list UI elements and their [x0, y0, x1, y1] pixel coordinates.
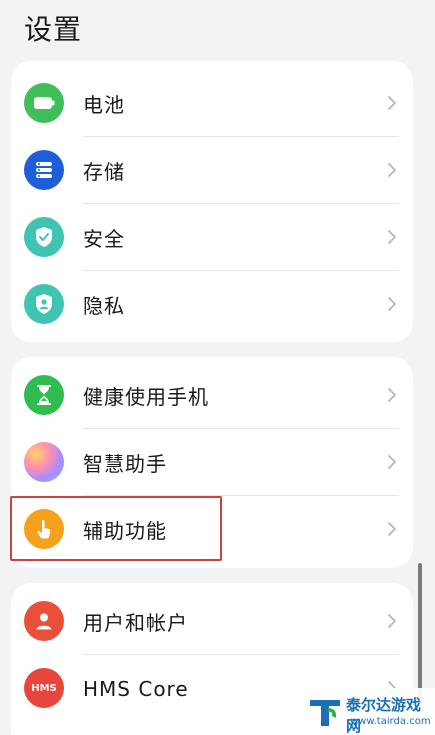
settings-group-device: 电池 存储 安全 隐私 [11, 61, 413, 342]
scrollbar[interactable] [418, 563, 422, 698]
chevron-right-icon [388, 230, 396, 244]
settings-item-label: 智慧助手 [83, 452, 167, 476]
privacy-icon [24, 284, 64, 324]
hourglass-icon [24, 375, 64, 415]
settings-item-battery[interactable]: 电池 [11, 70, 413, 137]
highlight-annotation-box [10, 496, 222, 561]
user-account-icon [24, 601, 64, 641]
page-title: 设置 [24, 13, 83, 46]
chevron-right-icon [388, 297, 396, 311]
chevron-right-icon [388, 96, 396, 110]
settings-item-label: HMS Core [83, 676, 189, 701]
settings-item-privacy[interactable]: 隐私 [11, 271, 413, 338]
chevron-right-icon [388, 163, 396, 177]
watermark: 泰尔达游戏网 www.tairda.com [298, 688, 435, 735]
settings-item-storage[interactable]: 存储 [11, 137, 413, 204]
settings-item-security[interactable]: 安全 [11, 204, 413, 271]
settings-item-label: 隐私 [83, 294, 125, 318]
security-shield-icon [24, 217, 64, 257]
battery-icon [24, 83, 64, 123]
watermark-name: 泰尔达游戏网 [346, 696, 422, 735]
hms-core-icon: HMS [24, 668, 64, 708]
watermark-url: www.tairda.com [350, 716, 431, 727]
watermark-logo-icon [310, 700, 340, 726]
settings-item-label: 健康使用手机 [83, 385, 209, 409]
settings-item-label: 存储 [83, 160, 125, 184]
assistant-orb-icon [24, 442, 64, 482]
chevron-right-icon [388, 388, 396, 402]
chevron-right-icon [388, 455, 396, 469]
chevron-right-icon [388, 614, 396, 628]
settings-item-users-accounts[interactable]: 用户和帐户 [11, 588, 413, 655]
storage-icon [24, 150, 64, 190]
hms-badge-text: HMS [31, 682, 57, 694]
settings-item-smart-assistant[interactable]: 智慧助手 [11, 429, 413, 496]
settings-item-label: 用户和帐户 [83, 611, 188, 635]
settings-item-label: 电池 [83, 93, 125, 117]
settings-item-digital-balance[interactable]: 健康使用手机 [11, 362, 413, 429]
chevron-right-icon [388, 522, 396, 536]
settings-item-label: 安全 [83, 227, 125, 251]
